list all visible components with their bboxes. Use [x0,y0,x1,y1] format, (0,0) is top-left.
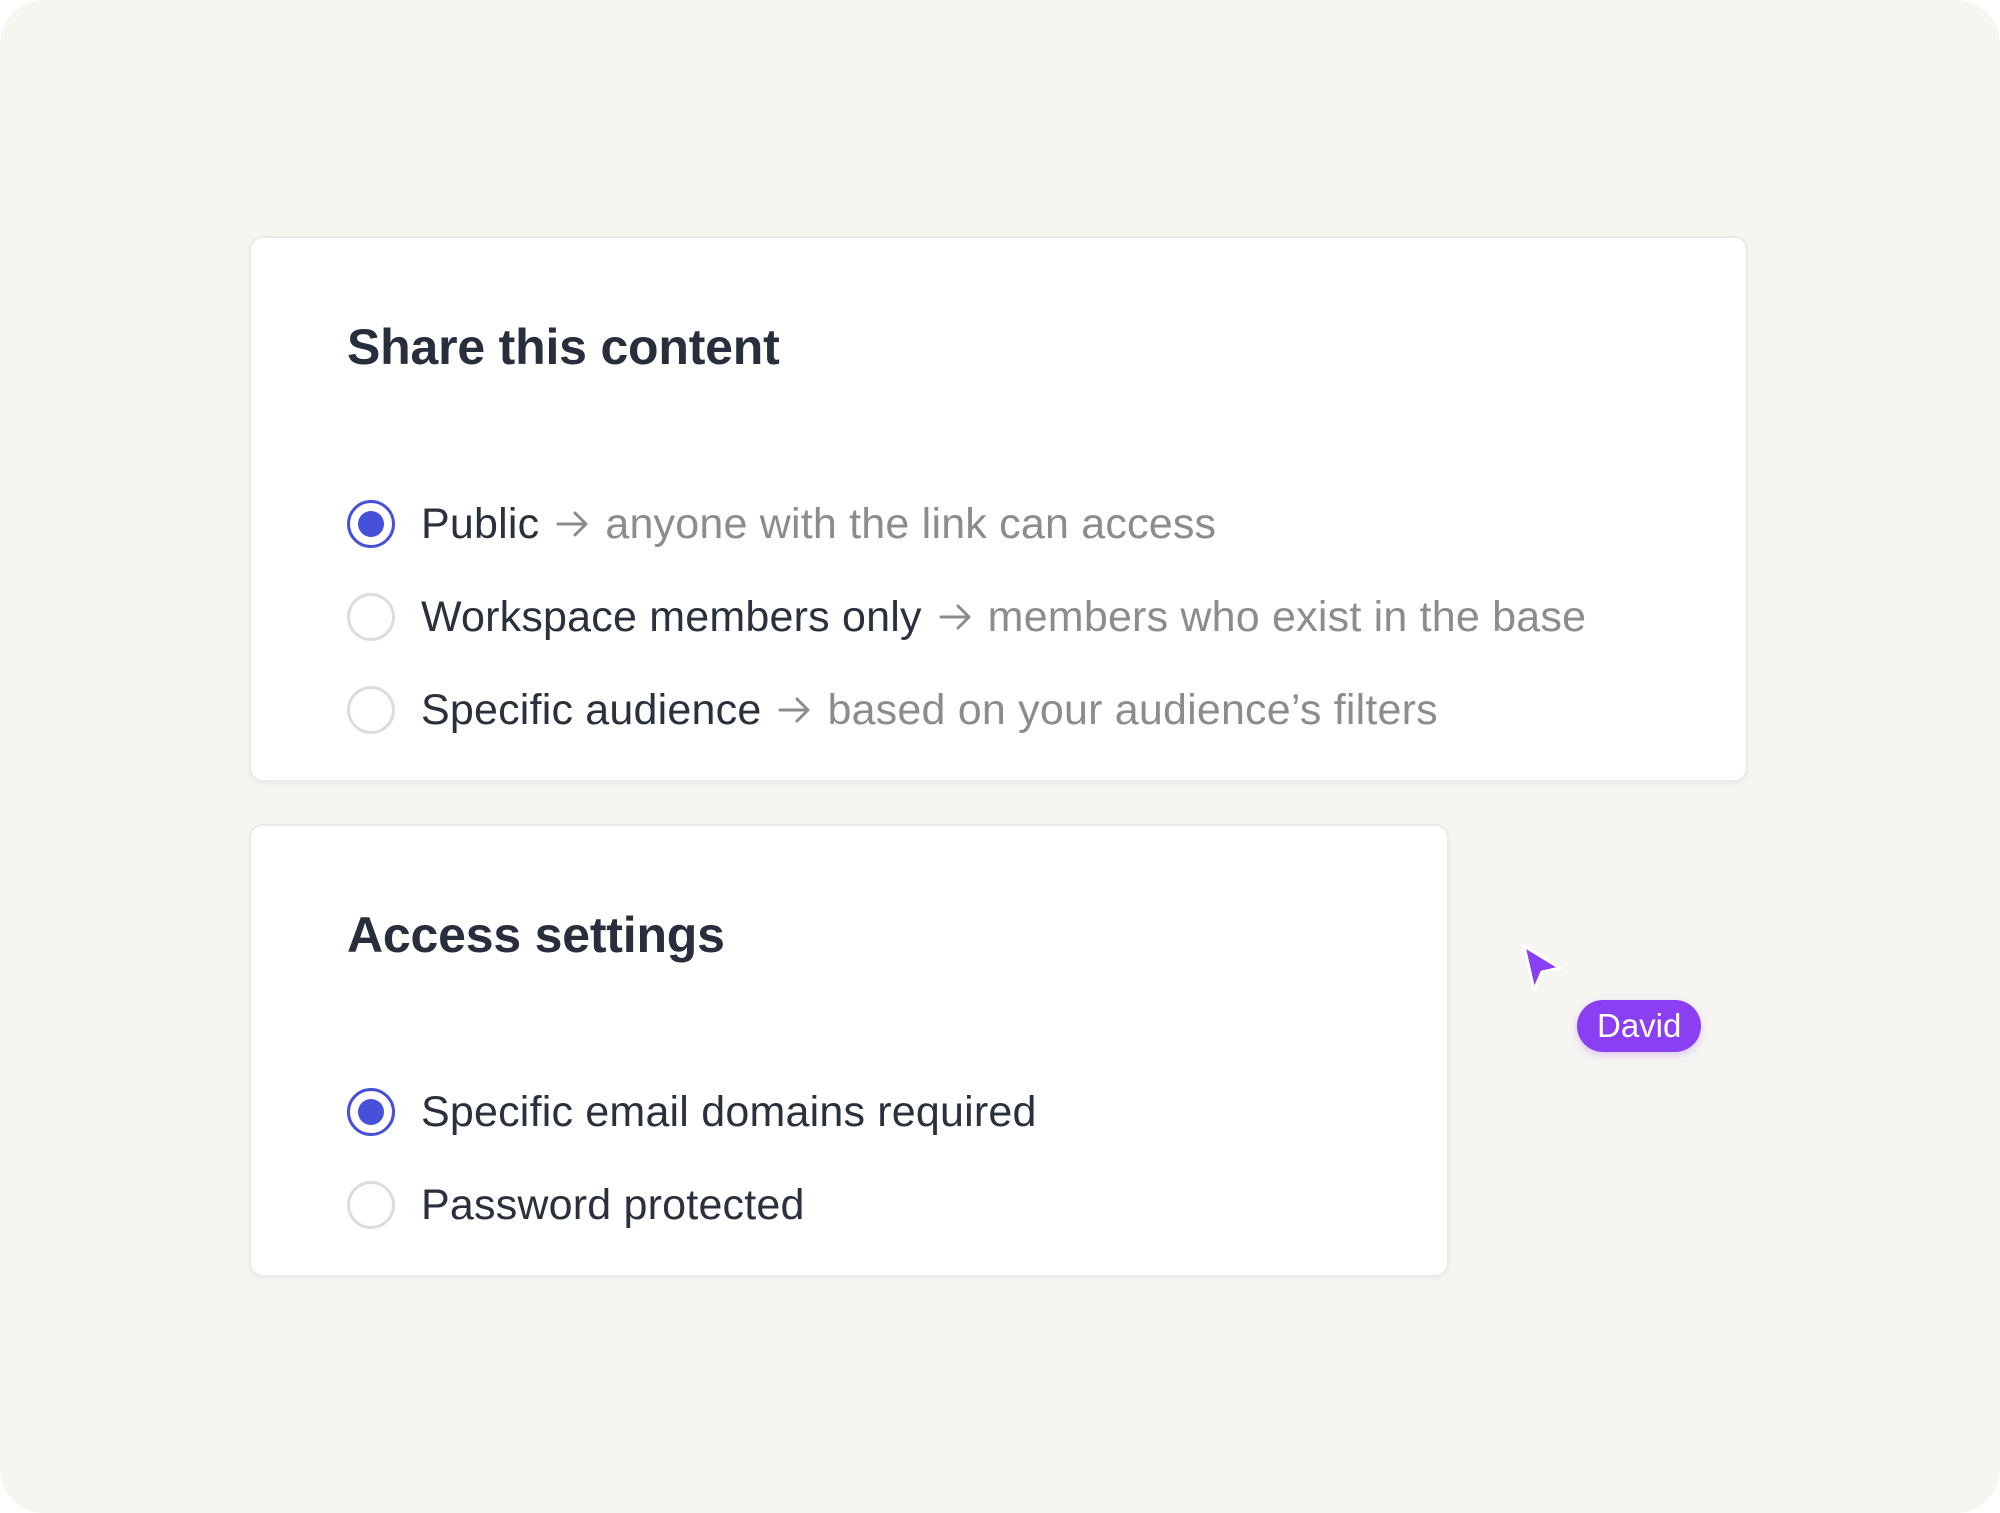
share-content-card: Share this content Public anyone with th… [249,236,1748,782]
share-card-title: Share this content [347,319,780,375]
share-option-label: Specific audience [421,685,762,734]
share-option-label: Public [421,499,540,548]
collaborator-cursor-icon [1522,944,1562,992]
share-option-workspace-members[interactable]: Workspace members only members who exist… [347,587,1586,647]
radio-public[interactable] [347,500,395,548]
access-card-title: Access settings [347,907,725,963]
radio-specific-audience[interactable] [347,686,395,734]
arrow-right-icon [556,511,588,537]
access-option-password[interactable]: Password protected [347,1175,805,1235]
share-option-specific-audience[interactable]: Specific audience based on your audience… [347,680,1438,740]
radio-workspace-members[interactable] [347,593,395,641]
canvas-background: Share this content Public anyone with th… [0,0,2000,1513]
radio-email-domains[interactable] [347,1088,395,1136]
share-option-label: Workspace members only [421,592,922,641]
radio-password[interactable] [347,1181,395,1229]
share-option-description: based on your audience’s filters [827,685,1438,734]
share-option-description: members who exist in the base [987,592,1587,641]
access-option-label: Specific email domains required [421,1087,1037,1136]
arrow-right-icon [778,697,810,723]
share-option-description: anyone with the link can access [605,499,1217,548]
access-settings-card: Access settings Specific email domains r… [249,824,1449,1277]
arrow-right-icon [939,604,971,630]
access-option-label: Password protected [421,1180,805,1229]
collaborator-name-tag: David [1577,1000,1702,1052]
share-option-public[interactable]: Public anyone with the link can access [347,494,1216,554]
access-option-email-domains[interactable]: Specific email domains required [347,1082,1037,1142]
